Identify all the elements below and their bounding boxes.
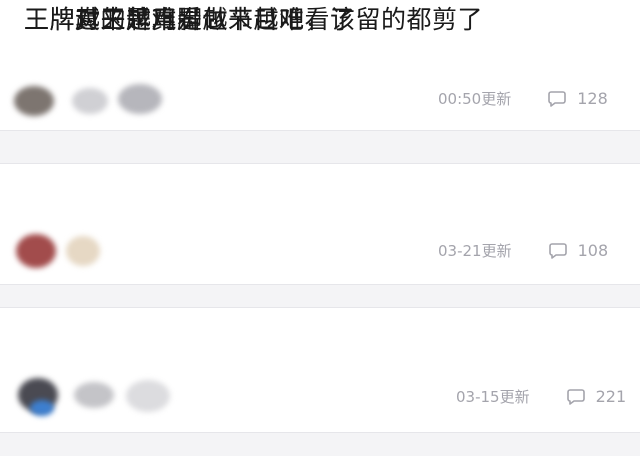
comment-count: 128: [577, 89, 608, 108]
avatar: [14, 86, 54, 116]
post-meta: 03-15更新 221: [456, 386, 626, 407]
participant-avatars: [14, 378, 184, 416]
avatar: [30, 400, 54, 416]
comment-count: 108: [577, 241, 609, 260]
avatar: [16, 234, 56, 268]
update-time: 03-21更新: [438, 242, 512, 260]
comment-bubble-icon[interactable]: [548, 241, 568, 261]
comment-bubble-icon[interactable]: [566, 387, 586, 407]
avatar: [74, 382, 114, 408]
participant-avatars: [14, 80, 184, 118]
avatar: [72, 88, 108, 114]
participant-avatars: [14, 232, 124, 270]
avatar: [118, 84, 162, 114]
post-meta: 00:50更新 128: [438, 88, 608, 109]
comment-bubble-icon[interactable]: [547, 89, 567, 109]
post-title[interactable]: 王牌越来越难看: [24, 0, 203, 36]
avatar: [126, 380, 170, 412]
update-time: 00:50更新: [438, 90, 512, 108]
post-meta: 03-21更新 108: [438, 240, 608, 261]
comment-count: 221: [595, 387, 627, 406]
avatar: [66, 236, 100, 266]
update-time: 03-15更新: [456, 388, 530, 406]
